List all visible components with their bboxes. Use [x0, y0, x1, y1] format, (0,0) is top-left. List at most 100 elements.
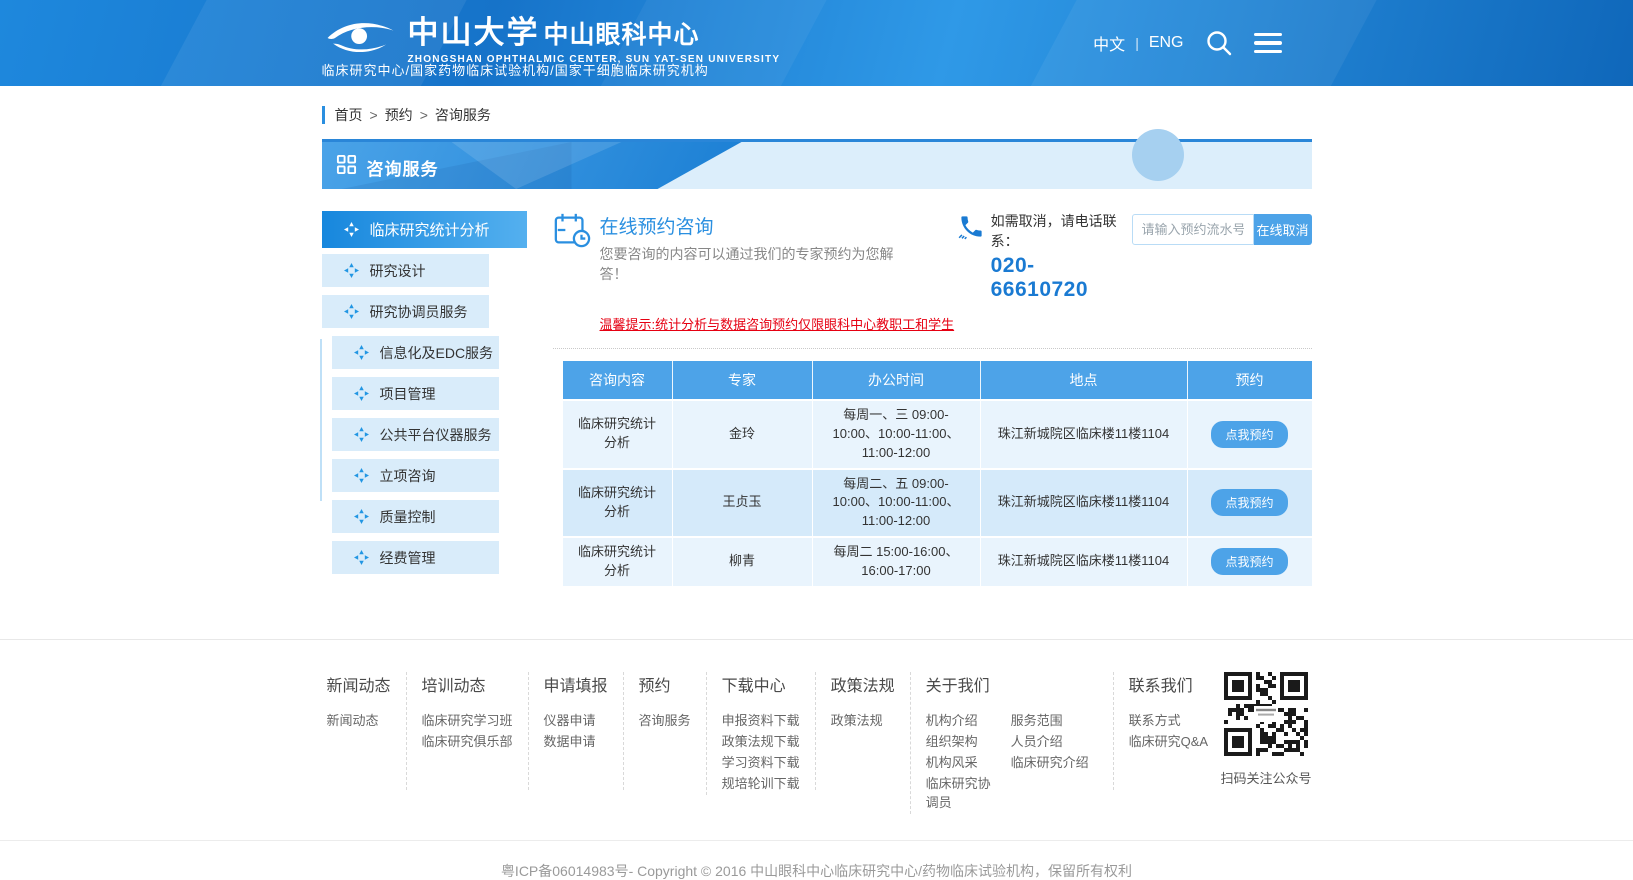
table-header-cell: 预约	[1188, 361, 1312, 399]
sidebar-item-8[interactable]: 质量控制	[332, 500, 499, 533]
sidebar-item-4[interactable]: 信息化及EDC服务	[332, 336, 499, 369]
banner-circle-decoration	[1132, 129, 1184, 181]
table-cell-content: 临床研究统计分析	[563, 401, 673, 468]
lang-en-link[interactable]: ENG	[1149, 34, 1184, 52]
plus-star-icon	[344, 222, 359, 237]
footer-link[interactable]: 咨询服务	[639, 711, 691, 730]
sidebar-item-2[interactable]: 研究设计	[322, 254, 489, 287]
menu-icon[interactable]	[1254, 33, 1282, 54]
grid-icon	[336, 154, 357, 180]
sidebar-rail	[320, 339, 322, 501]
footer-link[interactable]: 临床研究Q&A	[1129, 732, 1208, 751]
sidebar-item-label: 项目管理	[380, 384, 436, 404]
booking-title: 在线预约咨询	[600, 212, 896, 239]
footer-column-2: 培训动态临床研究学习班临床研究俱乐部	[406, 672, 528, 790]
footer-link[interactable]: 临床研究协调员	[926, 774, 995, 812]
sidebar-item-6[interactable]: 公共平台仪器服务	[332, 418, 499, 451]
footer-link[interactable]: 规培轮训下载	[722, 774, 800, 793]
sidebar-item-label: 临床研究统计分析	[370, 219, 490, 240]
footer-column-7: 关于我们机构介绍服务范围组织架构人员介绍机构风采临床研究介绍临床研究协调员	[910, 672, 1113, 814]
table-cell-action: 点我预约	[1188, 401, 1312, 468]
footer-link[interactable]: 数据申请	[544, 732, 608, 751]
book-me-button[interactable]: 点我预约	[1211, 489, 1287, 516]
footer-link[interactable]: 仪器申请	[544, 711, 608, 730]
footer-column-title: 联系我们	[1129, 672, 1208, 696]
lang-zh-link[interactable]: 中文	[1093, 31, 1125, 55]
consultation-table: 咨询内容专家办公时间地点预约临床研究统计分析金玲每周一、三 09:00-10:0…	[563, 361, 1312, 586]
footer-link[interactable]: 机构风采	[926, 753, 995, 772]
footer-links: 申报资料下载政策法规下载学习资料下载规培轮训下载	[722, 711, 800, 793]
footer-column-title: 下载中心	[722, 672, 800, 696]
footer-link[interactable]: 服务范围	[1011, 711, 1098, 730]
footer-link[interactable]: 临床研究俱乐部	[422, 732, 513, 751]
sidebar-item-9[interactable]: 经费管理	[332, 541, 499, 574]
footer-link[interactable]: 政策法规下载	[722, 732, 800, 751]
footer-link[interactable]: 组织架构	[926, 732, 995, 751]
language-switcher: 中文 | ENG	[1093, 31, 1183, 55]
table-cell-time: 每周二、五 09:00-10:00、10:00-11:00、11:00-12:0…	[813, 470, 981, 537]
sidebar-item-5[interactable]: 项目管理	[332, 377, 499, 410]
table-cell-location: 珠江新城院区临床楼11楼1104	[981, 470, 1188, 537]
table-header-cell: 地点	[981, 361, 1188, 399]
footer-column-title: 政策法规	[831, 672, 895, 696]
footer-link[interactable]: 临床研究介绍	[1011, 753, 1098, 772]
qr-caption: 扫码关注公众号	[1220, 768, 1311, 787]
breadcrumb: 首页>预约>咨询服务	[322, 106, 1312, 124]
notice-text: 温馨提示:统计分析与数据咨询预约仅限眼科中心教职工和学生	[600, 314, 1312, 333]
footer-links: 联系方式临床研究Q&A	[1129, 711, 1208, 751]
footer-column-title: 关于我们	[926, 672, 1098, 696]
logo-university-name: 中山大学	[408, 7, 540, 52]
footer-column-title: 新闻动态	[327, 672, 391, 696]
book-me-button[interactable]: 点我预约	[1211, 421, 1287, 448]
sidebar-item-3[interactable]: 研究协调员服务	[322, 295, 489, 328]
footer-link[interactable]: 新闻动态	[327, 711, 391, 730]
sidebar-item-label: 研究设计	[370, 261, 426, 281]
table-header-cell: 办公时间	[813, 361, 981, 399]
header-tagline: 临床研究中心/国家药物临床试验机构/国家干细胞临床研究机构	[322, 60, 709, 79]
breadcrumb-item[interactable]: 预约	[385, 107, 413, 123]
table-header-row: 咨询内容专家办公时间地点预约	[563, 361, 1312, 399]
dotted-divider	[553, 348, 1312, 349]
site-footer: 新闻动态新闻动态培训动态临床研究学习班临床研究俱乐部申请填报仪器申请数据申请预约…	[0, 639, 1633, 880]
table-cell-content: 临床研究统计分析	[563, 470, 673, 537]
footer-column-8: 联系我们联系方式临床研究Q&A	[1113, 672, 1223, 790]
plus-star-icon	[344, 263, 359, 278]
table-cell-time: 每周一、三 09:00-10:00、10:00-11:00、11:00-12:0…	[813, 401, 981, 468]
sidebar-item-label: 研究协调员服务	[370, 302, 468, 322]
table-cell-location: 珠江新城院区临床楼11楼1104	[981, 538, 1188, 586]
online-cancel-button[interactable]: 在线取消	[1254, 214, 1312, 245]
footer-column-4: 预约咨询服务	[623, 672, 706, 790]
footer-link[interactable]: 临床研究学习班	[422, 711, 513, 730]
sidebar-item-label: 经费管理	[380, 548, 436, 568]
sidebar-item-label: 信息化及EDC服务	[380, 343, 494, 363]
breadcrumb-item[interactable]: 咨询服务	[435, 107, 491, 123]
sidebar-item-7[interactable]: 立项咨询	[332, 459, 499, 492]
footer-link[interactable]: 人员介绍	[1011, 732, 1098, 751]
table-cell-action: 点我预约	[1188, 470, 1312, 537]
book-me-button[interactable]: 点我预约	[1211, 548, 1287, 575]
plus-star-icon	[354, 345, 369, 360]
footer-link[interactable]: 机构介绍	[926, 711, 995, 730]
footer-link[interactable]: 政策法规	[831, 711, 895, 730]
footer-link[interactable]: 申报资料下载	[722, 711, 800, 730]
page-banner: 咨询服务	[322, 139, 1312, 189]
cancel-hint-text: 如需取消，请电话联系：	[991, 211, 1132, 251]
table-row: 临床研究统计分析金玲每周一、三 09:00-10:00、10:00-11:00、…	[563, 401, 1312, 468]
table-header-cell: 咨询内容	[563, 361, 673, 399]
site-logo[interactable]: 中山大学 中山眼科中心 ZHONGSHAN OPHTHALMIC CENTER,…	[322, 7, 781, 68]
footer-links-grid: 机构介绍服务范围组织架构人员介绍机构风采临床研究介绍临床研究协调员	[926, 711, 1098, 814]
plus-star-icon	[354, 509, 369, 524]
booking-serial-input[interactable]	[1132, 214, 1254, 245]
footer-link[interactable]: 学习资料下载	[722, 753, 800, 772]
table-cell-time: 每周二 15:00-16:00、16:00-17:00	[813, 538, 981, 586]
qr-code	[1224, 672, 1308, 756]
cancel-phone-number: 020-66610720	[991, 254, 1132, 302]
footer-column-3: 申请填报仪器申请数据申请	[528, 672, 623, 790]
sidebar-item-1[interactable]: 临床研究统计分析	[322, 211, 527, 248]
qr-code-box: 扫码关注公众号	[1220, 672, 1311, 787]
breadcrumb-item[interactable]: 首页	[335, 107, 363, 123]
table-cell-location: 珠江新城院区临床楼11楼1104	[981, 401, 1188, 468]
search-icon[interactable]	[1204, 28, 1234, 58]
footer-link[interactable]: 联系方式	[1129, 711, 1208, 730]
footer-column-5: 下载中心申报资料下载政策法规下载学习资料下载规培轮训下载	[706, 672, 815, 795]
